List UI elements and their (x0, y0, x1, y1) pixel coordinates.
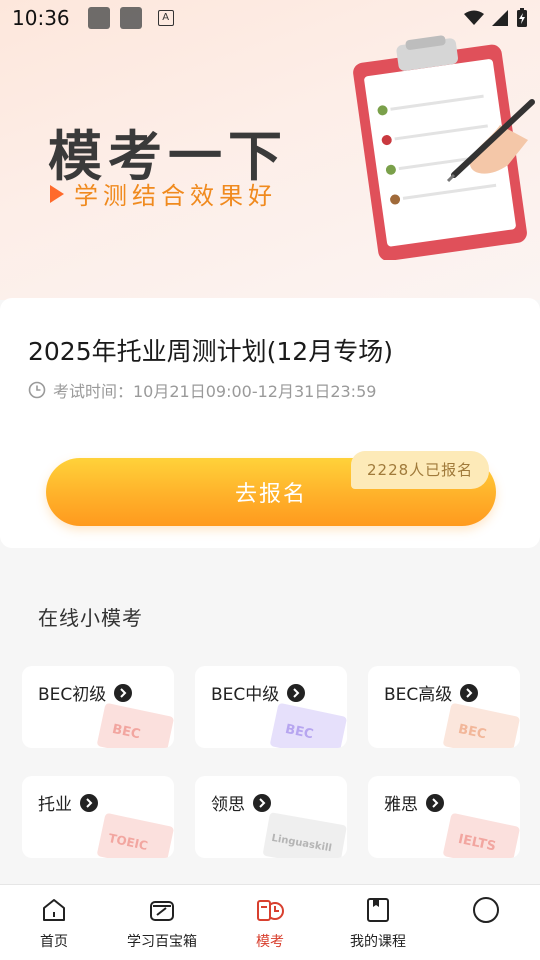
bec-card-icon: BEC (443, 703, 520, 748)
tile-ielts[interactable]: 雅思 IELTS (368, 776, 520, 858)
status-bar: 10:36 A (0, 0, 540, 36)
nav-label: 模考 (256, 934, 284, 950)
mock-exam-icon (257, 900, 284, 921)
exam-time-text: 考试时间：10月21日09:00-12月31日23:59 (53, 382, 377, 401)
tile-label-text: 领思 (211, 795, 245, 815)
toolbox-icon (150, 901, 174, 921)
linguaskill-card-icon: Linguaskill (263, 812, 347, 858)
nav-item-profile[interactable] (432, 895, 540, 931)
nav-item-home[interactable]: 首页 (0, 895, 108, 951)
tile-bec-intermediate[interactable]: BEC中级 BEC (195, 666, 347, 748)
exam-title: 2025年托业周测计划(12月专场) (28, 337, 393, 366)
bec-card-icon: BEC (97, 703, 174, 748)
tile-bec-advanced[interactable]: BEC高级 BEC (368, 666, 520, 748)
a-icon: A (157, 10, 174, 26)
bec-card-icon: BEC (270, 703, 347, 748)
hero-subtitle-text: 学测结合效果好 (74, 182, 277, 210)
signal-icon (492, 10, 508, 26)
status-indicators (464, 8, 528, 28)
exam-time: 考试时间：10月21日09:00-12月31日23:59 (28, 378, 376, 402)
nav-item-toolbox[interactable]: 学习百宝箱 (108, 895, 216, 951)
toeic-card-icon: TOEIC (97, 813, 174, 858)
tile-label-text: 雅思 (384, 795, 418, 815)
nav-label: 学习百宝箱 (127, 934, 197, 950)
tile-toeic[interactable]: 托业 TOEIC (22, 776, 174, 858)
home-icon (43, 899, 65, 921)
tile-label-text: 托业 (38, 795, 72, 815)
signup-count-badge: 2228人已报名 (351, 451, 490, 489)
hero-banner: 模考一下 学测结合效果好 (0, 0, 540, 300)
wifi-icon (464, 10, 484, 25)
hero-subtitle: 学测结合效果好 (50, 176, 277, 211)
section-title: 在线小模考 (38, 606, 143, 630)
nav-label: 我的课程 (350, 934, 406, 950)
notification-icon (87, 7, 110, 29)
bottom-nav: 首页 学习百宝箱 模考 我的课程 (0, 884, 540, 960)
clipboard-illustration (353, 35, 535, 260)
battery-icon (517, 8, 527, 27)
nav-item-mock-exam[interactable]: 模考 (216, 895, 324, 951)
status-time: 10:36 (12, 6, 70, 30)
play-icon (50, 184, 64, 203)
notification-icon-2 (119, 7, 142, 29)
course-icon (367, 898, 389, 922)
nav-label: 首页 (40, 934, 68, 950)
nav-item-my-course[interactable]: 我的课程 (324, 895, 432, 951)
tile-linguaskill[interactable]: 领思 Linguaskill (195, 776, 347, 858)
profile-icon (473, 897, 499, 923)
clock-icon (28, 381, 46, 399)
ielts-card-icon: IELTS (443, 813, 520, 858)
tile-bec-elementary[interactable]: BEC初级 BEC (22, 666, 174, 748)
exam-plan-card[interactable]: 2025年托业周测计划(12月专场) 考试时间：10月21日09:00-12月3… (0, 298, 540, 548)
